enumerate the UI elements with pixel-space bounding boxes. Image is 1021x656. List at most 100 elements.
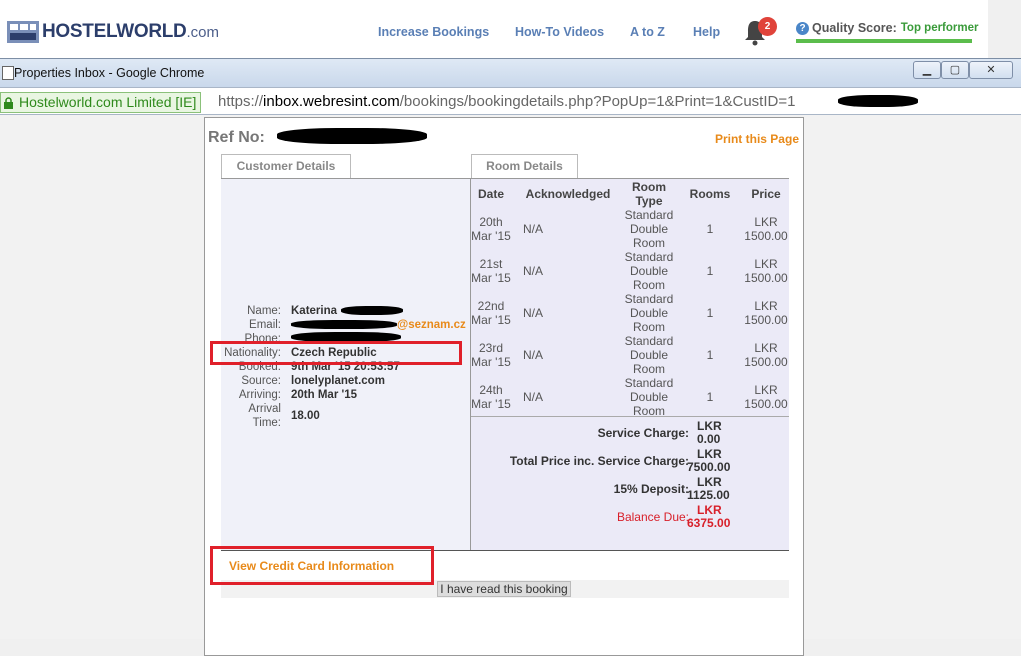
room-count: 1 <box>706 222 714 236</box>
chrome-popup-window: Properties Inbox - Google Chrome ▁ ▢ ✕ H… <box>0 58 1021 656</box>
room-acknowledged: N/A <box>523 264 544 278</box>
source-value: lonelyplanet.com <box>291 375 385 387</box>
tab-room-details[interactable]: Room Details <box>471 154 578 178</box>
room-type-line3: Room <box>632 236 665 250</box>
url-path: /bookings/bookingdetails.php?PopUp=1&Pri… <box>399 93 788 110</box>
deposit-value: 1125.00 <box>687 488 730 502</box>
nav-how-to-videos[interactable]: How-To Videos <box>515 25 604 39</box>
tab-customer-details[interactable]: Customer Details <box>221 154 351 178</box>
logo-word: HOSTELWORLD <box>42 21 187 42</box>
hostelworld-header: HOSTELWORLD .com Increase Bookings How-To… <box>0 0 988 58</box>
page-content: Ref No: Print this Page Customer Details… <box>0 115 1021 656</box>
room-type-line1: Standard <box>624 208 674 222</box>
quality-score-bar <box>796 39 972 43</box>
room-type-line2: Double <box>629 306 669 320</box>
room-count: 1 <box>706 264 714 278</box>
help-question-icon: ? <box>796 21 809 35</box>
hostel-bed-icon <box>7 21 39 43</box>
room-date-day: 20th <box>479 215 503 229</box>
room-type-line2: Double <box>629 348 669 362</box>
header-date: Date <box>477 187 504 201</box>
quality-value: Top performer <box>900 22 979 34</box>
page-icon <box>2 66 14 80</box>
balance-due-value: 6375.00 <box>687 516 731 530</box>
room-type-line2: Double <box>629 390 669 404</box>
name-value: Katerina <box>291 305 338 317</box>
room-price-currency: LKR <box>754 341 778 355</box>
total-price-value: 7500.00 <box>687 460 731 474</box>
room-acknowledged: N/A <box>523 306 544 320</box>
deposit-label: 15% Deposit: <box>613 482 689 496</box>
notification-count-badge: 2 <box>758 17 777 36</box>
window-title: Properties Inbox - Google Chrome <box>14 66 205 80</box>
room-type-line2: Double <box>629 222 669 236</box>
arriving-label: Arriving: <box>238 389 281 401</box>
redaction-mark <box>838 95 918 107</box>
ref-no-label: Ref No: <box>208 129 265 146</box>
room-date-day: 22nd <box>477 299 505 313</box>
minimize-button[interactable]: ▁ <box>913 61 941 79</box>
lock-icon <box>4 97 13 109</box>
redaction-mark <box>291 320 397 329</box>
room-type-line1: Standard <box>624 334 674 348</box>
room-date-month: Mar '15 <box>471 397 511 411</box>
maximize-button[interactable]: ▢ <box>941 61 969 79</box>
room-count: 1 <box>706 390 714 404</box>
email-value[interactable]: @seznam.cz <box>397 319 466 331</box>
name-label: Name: <box>247 305 281 317</box>
room-acknowledged: N/A <box>523 390 544 404</box>
url-tail: 1 <box>787 93 796 110</box>
room-price-value: 1500.00 <box>744 313 788 327</box>
room-date-month: Mar '15 <box>471 271 511 285</box>
nationality-highlight-box <box>210 341 462 365</box>
room-type-line1: Standard <box>624 250 674 264</box>
header-acknowledged: Acknowledged <box>525 187 611 201</box>
room-date-month: Mar '15 <box>471 355 511 369</box>
room-price-value: 1500.00 <box>744 271 788 285</box>
room-date-day: 24th <box>479 383 503 397</box>
room-type-line2: Double <box>629 264 669 278</box>
header-rooms: Rooms <box>689 187 731 201</box>
room-price-currency: LKR <box>754 383 778 397</box>
hostelworld-logo[interactable]: HOSTELWORLD .com <box>6 20 219 44</box>
secure-identity-badge[interactable]: Hostelworld.com Limited [IE] <box>0 92 202 113</box>
redaction-mark <box>277 128 427 144</box>
nav-increase-bookings[interactable]: Increase Bookings <box>378 25 489 39</box>
booking-details-page: Ref No: Print this Page Customer Details… <box>204 117 804 656</box>
secure-label: Hostelworld.com Limited [IE] <box>19 94 197 110</box>
summary-divider <box>471 416 789 417</box>
room-count: 1 <box>706 348 714 362</box>
url-text[interactable]: https://inbox.webresint.com/bookings/boo… <box>218 93 795 110</box>
close-button[interactable]: ✕ <box>969 61 1013 79</box>
print-page-link[interactable]: Print this Page <box>715 132 799 146</box>
room-type-line1: Standard <box>624 376 674 390</box>
quality-label: Quality Score: <box>812 21 897 35</box>
arrival-time-label: Arrival <box>248 403 281 415</box>
arriving-value: 20th Mar '15 <box>291 389 358 401</box>
read-booking-button[interactable]: I have read this booking <box>437 581 571 597</box>
room-price-currency: LKR <box>754 299 778 313</box>
room-type-line3: Room <box>632 362 665 376</box>
room-type-line3: Room <box>632 320 665 334</box>
arrival-time-label-2: Time: <box>252 417 281 429</box>
room-price-value: 1500.00 <box>744 229 788 243</box>
room-price-currency: LKR <box>754 215 778 229</box>
balance-due-label: Balance Due: <box>616 510 689 524</box>
room-date-month: Mar '15 <box>471 313 511 327</box>
service-charge-label: Service Charge: <box>597 426 689 440</box>
email-label: Email: <box>249 319 281 331</box>
address-bar[interactable]: Hostelworld.com Limited [IE] https://inb… <box>0 87 1021 115</box>
source-label: Source: <box>241 375 281 387</box>
nav-help[interactable]: Help <box>693 25 720 39</box>
redaction-mark <box>341 306 403 315</box>
nav-a-to-z[interactable]: A to Z <box>630 25 665 39</box>
room-date-day: 21st <box>479 257 503 271</box>
room-type-line3: Room <box>632 278 665 292</box>
room-price-value: 1500.00 <box>744 355 788 369</box>
window-titlebar[interactable]: Properties Inbox - Google Chrome ▁ ▢ ✕ <box>0 59 1021 87</box>
room-count: 1 <box>706 306 714 320</box>
header-room: Room <box>632 180 666 194</box>
credit-card-highlight-box <box>210 546 434 585</box>
total-price-label: Total Price inc. Service Charge: <box>509 454 689 468</box>
quality-score[interactable]: ? Quality Score: Top performer <box>796 21 979 35</box>
